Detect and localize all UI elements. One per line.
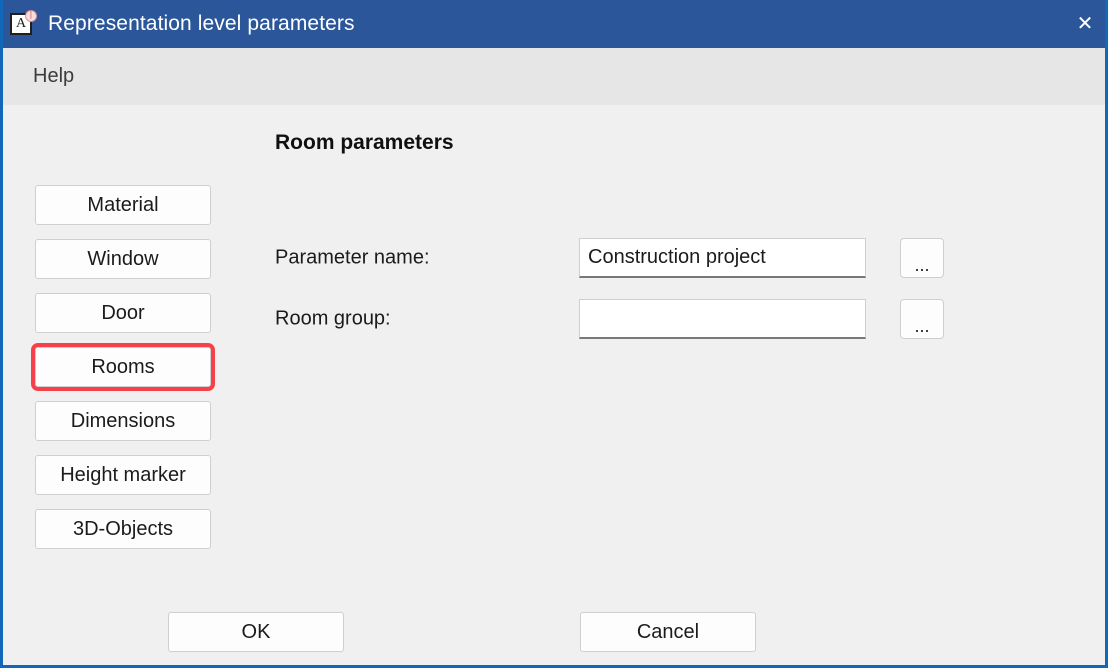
sidebar-item-door[interactable]: Door <box>35 293 211 333</box>
app-icon-badge: ⎮ <box>25 10 37 22</box>
room-group-browse-button[interactable]: ... <box>900 299 944 339</box>
sidebar-item-material[interactable]: Material <box>35 185 211 225</box>
sidebar-item-height-marker[interactable]: Height marker <box>35 455 211 495</box>
sidebar-item-label: Rooms <box>91 355 155 378</box>
close-icon[interactable]: ✕ <box>1062 0 1105 48</box>
sidebar-item-label: Height marker <box>60 463 186 486</box>
menu-item-help[interactable]: Help <box>29 63 78 90</box>
title-bar: A ⎮ Representation level parameters ✕ <box>3 0 1105 48</box>
sidebar-item-label: Door <box>101 301 145 324</box>
sidebar-item-label: 3D-Objects <box>72 517 174 540</box>
sidebar-item-3d-objects[interactable]: 3D-Objects <box>35 509 211 549</box>
sidebar-item-label: Dimensions <box>70 409 176 432</box>
menu-bar: Help <box>3 48 1105 105</box>
room-group-input[interactable] <box>579 299 866 339</box>
page-title: Room parameters <box>275 131 454 154</box>
parameter-name-input[interactable] <box>579 238 866 278</box>
app-sheet-icon: A ⎮ <box>9 10 37 38</box>
sidebar-item-label: Material <box>87 193 159 216</box>
parameter-name-browse-button[interactable]: ... <box>900 238 944 278</box>
sidebar-item-window[interactable]: Window <box>35 239 211 279</box>
cancel-button[interactable]: Cancel <box>580 612 756 652</box>
parameter-name-label: Parameter name: <box>275 246 430 269</box>
window-title: Representation level parameters <box>48 12 355 35</box>
category-button-list: Material Window Door Rooms Dimensions He… <box>31 185 215 563</box>
sidebar-item-label: Window <box>87 247 159 270</box>
ok-button[interactable]: OK <box>168 612 344 652</box>
room-group-label: Room group: <box>275 307 391 330</box>
dialog-window: A ⎮ Representation level parameters ✕ He… <box>0 0 1108 668</box>
sidebar-item-rooms[interactable]: Rooms <box>31 343 215 391</box>
sidebar-item-dimensions[interactable]: Dimensions <box>35 401 211 441</box>
